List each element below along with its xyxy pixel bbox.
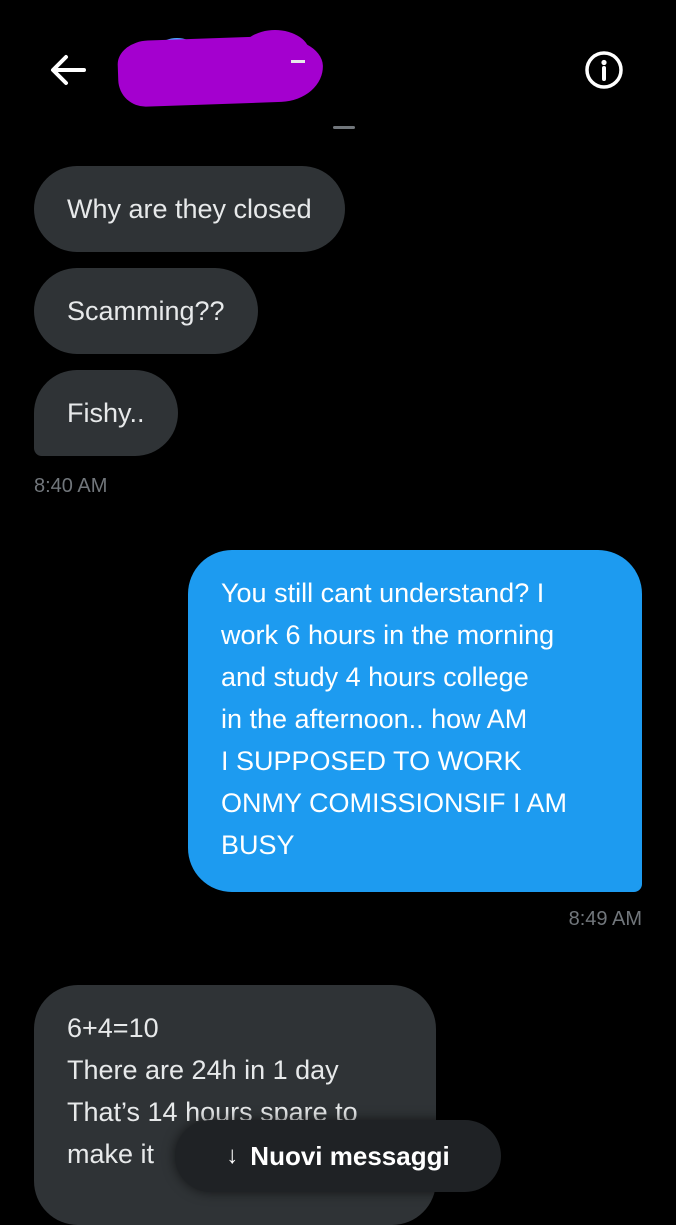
info-icon bbox=[585, 51, 623, 89]
display-name-fragment bbox=[291, 60, 305, 63]
message-timestamp: 8:40 AM bbox=[34, 475, 108, 497]
message-bubble-received[interactable]: Fishy.. bbox=[34, 370, 178, 456]
message-line: in the afternoon.. how AM bbox=[221, 704, 528, 734]
message-text: Fishy.. bbox=[67, 398, 145, 428]
message-bubble-received[interactable]: Why are they closed bbox=[34, 166, 345, 252]
message-line: work 6 hours in the morning bbox=[221, 620, 555, 650]
new-messages-label: Nuovi messaggi bbox=[250, 1140, 450, 1171]
message-line: BUSY bbox=[221, 830, 295, 860]
conversation-header bbox=[0, 0, 676, 140]
message-timestamp: 8:49 AM bbox=[568, 908, 642, 930]
message-line: ONMY COMISSIONSIF I AM bbox=[221, 788, 568, 818]
message-text: Scamming?? bbox=[67, 296, 225, 326]
info-button[interactable] bbox=[584, 50, 624, 90]
back-button[interactable] bbox=[44, 48, 92, 92]
message-bubble-sent[interactable]: You still cant understand? I work 6 hour… bbox=[188, 550, 642, 892]
message-bubble-received[interactable]: Scamming?? bbox=[34, 268, 258, 354]
new-messages-button[interactable]: ↓ Nuovi messaggi bbox=[175, 1120, 501, 1192]
message-line: There are 24h in 1 day bbox=[67, 1055, 339, 1085]
message-text: Why are they closed bbox=[67, 194, 312, 224]
message-line: and study 4 hours college bbox=[221, 662, 529, 692]
message-line: You still cant understand? I bbox=[221, 578, 545, 608]
message-line: I SUPPOSED TO WORK bbox=[221, 746, 522, 776]
message-line: 6+4=10 bbox=[67, 1013, 159, 1043]
handle-fragment bbox=[333, 126, 355, 129]
arrow-down-icon: ↓ bbox=[226, 1142, 239, 1169]
redaction-mark bbox=[240, 30, 310, 78]
arrow-left-icon bbox=[51, 55, 86, 85]
